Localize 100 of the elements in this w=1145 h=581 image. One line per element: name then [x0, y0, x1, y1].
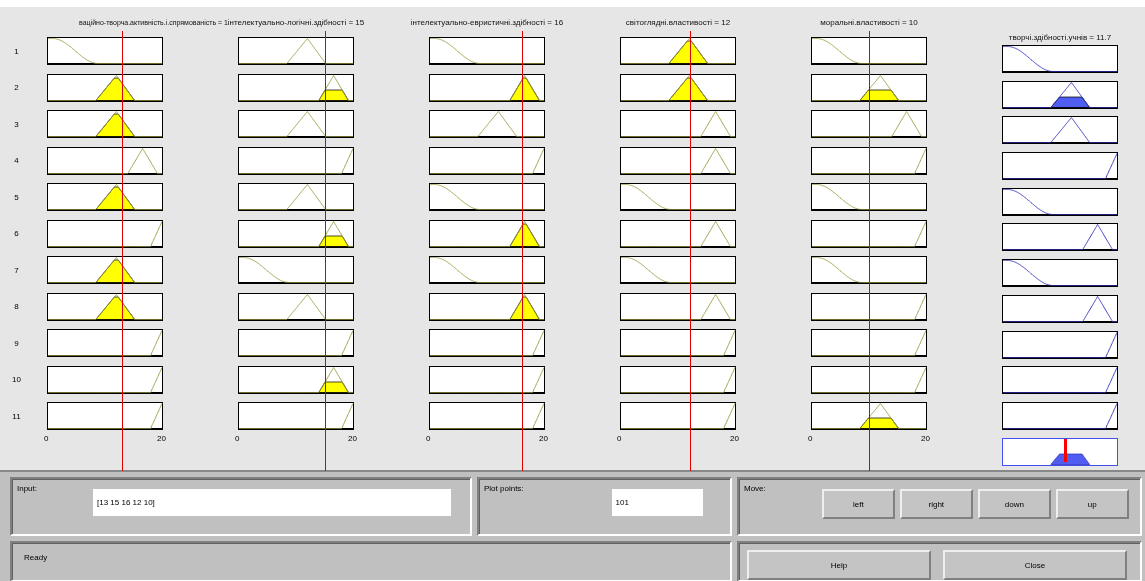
- membership-plot[interactable]: [1002, 401, 1118, 430]
- rule-number: 6: [13, 229, 20, 238]
- membership-plot[interactable]: [47, 37, 163, 65]
- axis-tick-label: 20: [730, 433, 739, 443]
- rule-number: 7: [13, 265, 20, 275]
- status-text: Ready: [24, 553, 48, 562]
- plot-points-label: Plot points:: [484, 484, 524, 493]
- axis-tick-label: 20: [921, 433, 930, 443]
- membership-plot[interactable]: [429, 292, 545, 321]
- membership-plot[interactable]: [429, 365, 545, 394]
- membership-plot[interactable]: [238, 292, 354, 321]
- membership-plot[interactable]: [620, 402, 736, 430]
- membership-plot[interactable]: [47, 402, 163, 430]
- rule-number: 3: [13, 119, 20, 129]
- input-value-line[interactable]: [122, 31, 124, 471]
- membership-plot[interactable]: [620, 365, 736, 394]
- membership-plot[interactable]: [238, 183, 354, 211]
- variable-title: інтелектуально-евристичні.здібності = 16: [410, 17, 564, 27]
- axis-tick-label: 20: [539, 433, 548, 443]
- membership-plot[interactable]: [620, 73, 736, 102]
- membership-plot[interactable]: [238, 256, 354, 284]
- membership-plot[interactable]: [47, 292, 163, 321]
- membership-plot[interactable]: [47, 256, 163, 284]
- membership-plot[interactable]: [620, 110, 736, 138]
- membership-plot[interactable]: [1002, 330, 1118, 359]
- membership-plot[interactable]: [811, 110, 927, 138]
- membership-plot[interactable]: [238, 110, 354, 138]
- membership-plot[interactable]: [620, 37, 736, 65]
- membership-plot[interactable]: [238, 329, 354, 357]
- move-button[interactable]: up: [1055, 489, 1129, 519]
- input-value-line[interactable]: [689, 31, 691, 471]
- membership-plot[interactable]: [1002, 259, 1118, 288]
- variable-title: інтелектуально-логічні.здібності = 15: [227, 17, 365, 27]
- membership-plot[interactable]: [429, 183, 545, 211]
- membership-plot[interactable]: [429, 146, 545, 175]
- membership-plot[interactable]: [620, 219, 736, 248]
- membership-plot[interactable]: [429, 73, 545, 102]
- membership-plot[interactable]: [811, 37, 927, 65]
- move-button[interactable]: down: [977, 489, 1051, 519]
- membership-plot[interactable]: [1002, 187, 1118, 216]
- membership-plot[interactable]: [1002, 294, 1118, 323]
- dialog-button[interactable]: Help: [747, 550, 931, 580]
- membership-plot[interactable]: [811, 73, 927, 102]
- input-field[interactable]: [13 15 16 12 10]: [93, 489, 451, 516]
- move-button[interactable]: right: [899, 489, 973, 519]
- axis-tick-label: 0: [235, 433, 240, 443]
- membership-plot[interactable]: [811, 219, 927, 248]
- membership-plot[interactable]: [238, 73, 354, 102]
- membership-plot[interactable]: [429, 37, 545, 65]
- membership-plot[interactable]: [811, 256, 927, 284]
- membership-plot[interactable]: [811, 365, 927, 394]
- membership-plot[interactable]: [47, 183, 163, 211]
- variable-title: моральні.властивості = 10: [820, 17, 918, 27]
- membership-plot[interactable]: [47, 110, 163, 138]
- membership-plot[interactable]: [620, 146, 736, 175]
- aggregate-area: [1050, 453, 1090, 465]
- rule-number: 5: [13, 192, 20, 202]
- membership-plot[interactable]: [811, 183, 927, 211]
- move-button[interactable]: left: [821, 489, 895, 519]
- membership-plot[interactable]: [429, 256, 545, 284]
- membership-plot[interactable]: [811, 146, 927, 175]
- membership-plot[interactable]: [238, 365, 354, 394]
- axis-tick-label: 20: [348, 433, 357, 443]
- variable-title: світоглядні.властивості = 12: [625, 17, 731, 27]
- membership-plot[interactable]: [1002, 152, 1118, 181]
- membership-plot[interactable]: [1002, 223, 1118, 252]
- membership-plot[interactable]: [238, 146, 354, 175]
- membership-plot[interactable]: [238, 37, 354, 65]
- membership-plot[interactable]: [47, 146, 163, 175]
- plot-points-field[interactable]: 101: [611, 489, 703, 516]
- membership-plot[interactable]: [47, 365, 163, 394]
- membership-plot[interactable]: [429, 402, 545, 430]
- membership-plot[interactable]: [620, 183, 736, 211]
- membership-plot[interactable]: [811, 292, 927, 321]
- membership-plot[interactable]: [1002, 45, 1118, 73]
- membership-plot[interactable]: [1002, 116, 1118, 145]
- membership-plot[interactable]: [811, 329, 927, 357]
- axis-tick-label: 0: [426, 433, 431, 443]
- membership-plot[interactable]: [1002, 366, 1118, 395]
- membership-plot[interactable]: [47, 73, 163, 102]
- membership-plot[interactable]: [811, 402, 927, 430]
- dialog-button[interactable]: Close: [943, 550, 1127, 580]
- membership-plot[interactable]: [47, 329, 163, 357]
- move-label: Move:: [744, 484, 766, 493]
- input-value-line[interactable]: [325, 31, 326, 471]
- membership-plot[interactable]: [429, 110, 545, 138]
- membership-plot[interactable]: [429, 329, 545, 357]
- rule-number: 2: [13, 83, 20, 92]
- membership-plot[interactable]: [620, 292, 736, 321]
- membership-plot[interactable]: [429, 219, 545, 248]
- membership-plot[interactable]: [238, 402, 354, 430]
- membership-plot[interactable]: [620, 256, 736, 284]
- input-value-line[interactable]: [869, 31, 870, 471]
- membership-plot[interactable]: [1002, 80, 1118, 109]
- axis-tick-label: 0: [617, 433, 622, 443]
- input-value-line[interactable]: [521, 31, 523, 471]
- membership-plot[interactable]: [620, 329, 736, 357]
- membership-plot[interactable]: [47, 219, 163, 248]
- membership-plot[interactable]: [238, 219, 354, 248]
- rule-number: 9: [13, 338, 20, 348]
